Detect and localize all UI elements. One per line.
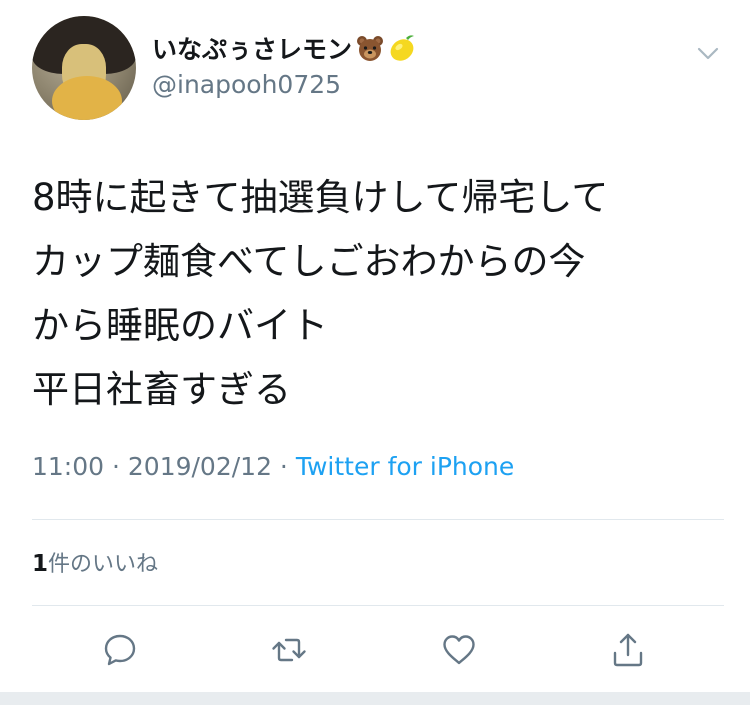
bear-face-emoji [355,33,385,63]
bottom-bar [0,692,750,705]
chevron-down-icon[interactable] [693,38,723,68]
share-icon[interactable] [609,631,647,669]
tweet-date: 2019/02/12 [127,452,272,481]
divider [32,519,724,520]
divider [32,605,724,606]
likes-count: 1 [32,551,49,577]
likes-label: 件のいいね [48,552,159,577]
likes-summary[interactable]: 1件のいいね [32,546,158,578]
display-name-text: いなぷぅさレモン [152,35,353,64]
tweet-meta: 11:00 · 2019/02/12 · Twitter for iPhone [32,452,514,481]
user-handle[interactable]: @inapooh0725 [152,70,341,99]
tweet-source-link[interactable]: Twitter for iPhone [296,452,514,481]
reply-icon[interactable] [101,631,139,669]
meta-separator: · [104,452,128,481]
lemon-emoji [388,33,418,63]
retweet-icon[interactable] [270,631,308,669]
tweet-text: 8時に起きて抽選負けして帰宅して カップ麺食べてしごおわからの今 から睡眠のバイ… [32,176,609,411]
avatar[interactable] [32,16,136,120]
display-name[interactable]: いなぷぅさレモン [152,30,418,66]
meta-separator: · [271,452,296,481]
avatar-plush [52,76,122,120]
like-icon[interactable] [440,631,478,669]
tweet-time: 11:00 [32,452,105,481]
